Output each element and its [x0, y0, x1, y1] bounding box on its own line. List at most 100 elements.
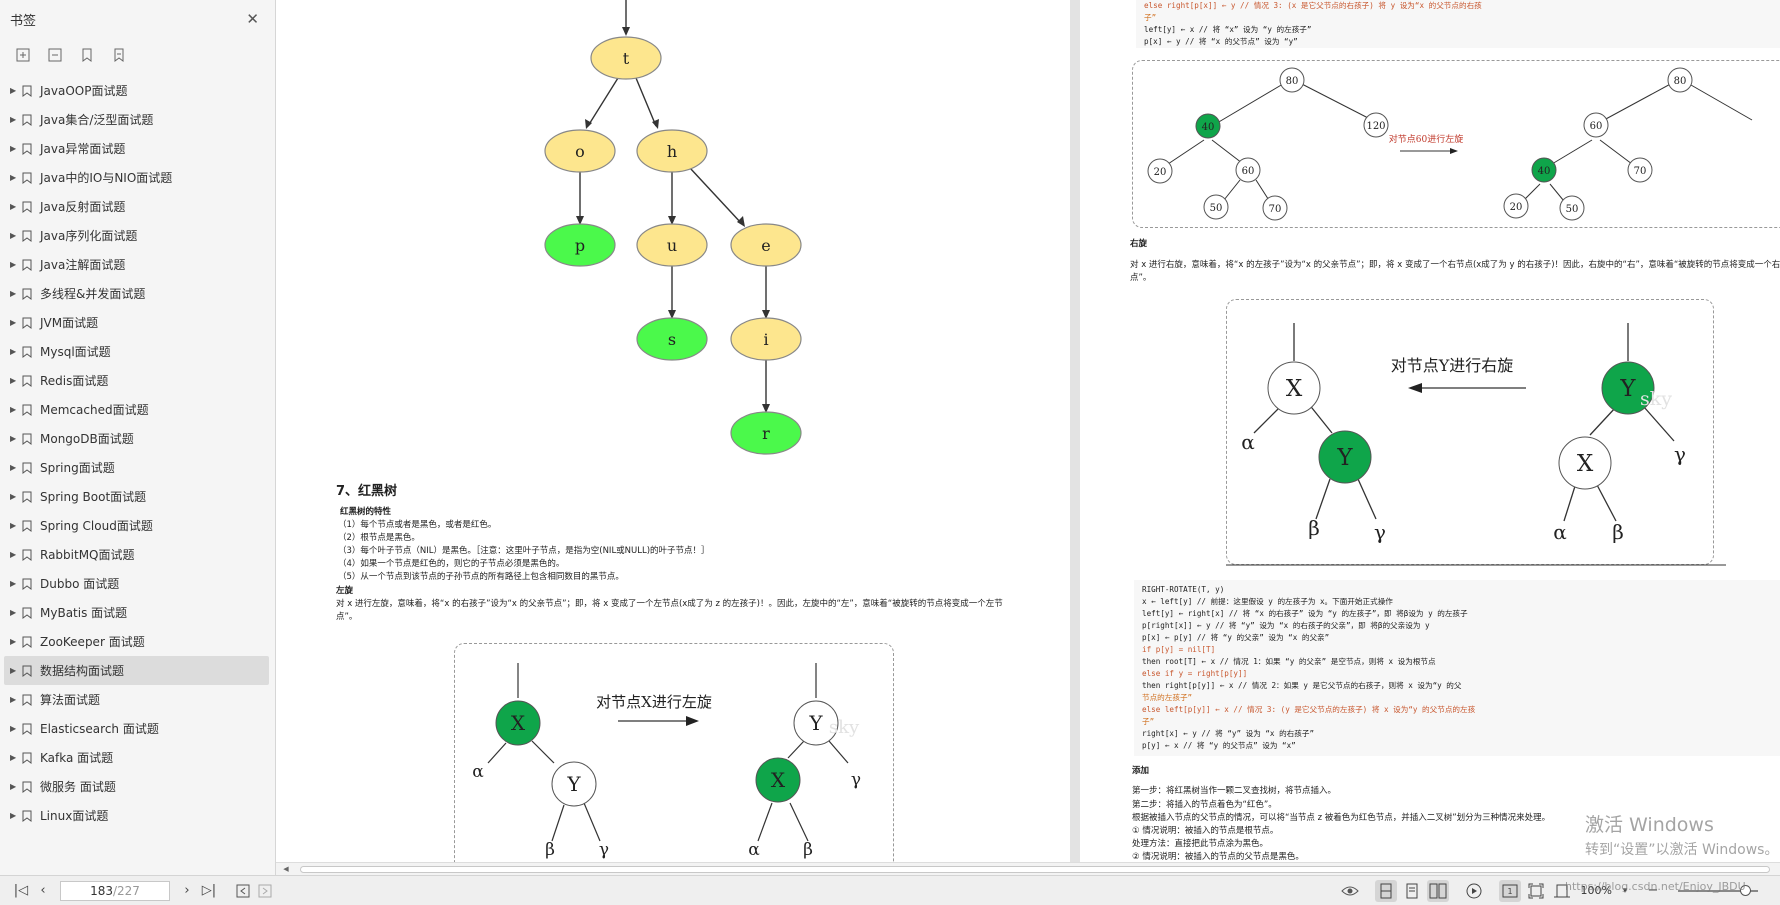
code-line: 子” [1144, 13, 1157, 22]
tree-label-h: h [667, 142, 677, 161]
bookmark-label: Memcached面试题 [40, 403, 149, 417]
continuous-page-icon[interactable] [1401, 880, 1423, 902]
expand-caret-icon[interactable]: ▶ [10, 173, 20, 182]
expand-caret-icon[interactable]: ▶ [10, 463, 20, 472]
play-icon[interactable] [1463, 880, 1485, 902]
forward-icon[interactable] [254, 880, 276, 902]
bookmark-item[interactable]: ▶ ZooKeeper 面试题 [0, 627, 275, 656]
expand-caret-icon[interactable]: ▶ [10, 724, 20, 733]
add-bookmark-icon[interactable] [78, 46, 96, 64]
bookmark-icon [20, 229, 34, 243]
expand-all-icon[interactable] [14, 46, 32, 64]
eye-icon[interactable] [1339, 880, 1361, 902]
bookmark-item[interactable]: ▶ JavaOOP面试题 [0, 76, 275, 105]
bookmark-item[interactable]: ▶ MongoDB面试题 [0, 424, 275, 453]
code-line: RIGHT-ROTATE(T, y) [1142, 585, 1225, 594]
next-page-icon[interactable]: › [176, 880, 198, 902]
expand-caret-icon[interactable]: ▶ [10, 579, 20, 588]
fit-page-icon[interactable] [1525, 880, 1547, 902]
expand-caret-icon[interactable]: ▶ [10, 492, 20, 501]
remove-bookmark-icon[interactable] [110, 46, 128, 64]
bookmark-item[interactable]: ▶ 数据结构面试题 [4, 656, 269, 685]
bookmark-item[interactable]: ▶ MyBatis 面试题 [0, 598, 275, 627]
left-rotate-title: 左旋 [336, 586, 354, 596]
tree-label-e: e [761, 236, 770, 255]
bookmark-item[interactable]: ▶ Elasticsearch 面试题 [0, 714, 275, 743]
label-beta: β [1308, 516, 1320, 540]
last-page-icon[interactable]: ▷| [198, 880, 220, 902]
page-number-input[interactable]: 183/227 [60, 880, 170, 901]
bookmark-item[interactable]: ▶ Spring面试题 [0, 453, 275, 482]
expand-caret-icon[interactable]: ▶ [10, 115, 20, 124]
expand-caret-icon[interactable]: ▶ [10, 608, 20, 617]
expand-caret-icon[interactable]: ▶ [10, 376, 20, 385]
first-page-icon[interactable]: |◁ [10, 880, 32, 902]
bookmark-label: MongoDB面试题 [40, 432, 134, 446]
expand-caret-icon[interactable]: ▶ [10, 782, 20, 791]
bookmark-icon [20, 316, 34, 330]
expand-caret-icon[interactable]: ▶ [10, 434, 20, 443]
label-gamma: γ [599, 840, 609, 860]
expand-caret-icon[interactable]: ▶ [10, 202, 20, 211]
scrollbar-thumb[interactable] [300, 866, 1770, 873]
bookmark-item[interactable]: ▶ Java反射面试题 [0, 192, 275, 221]
expand-caret-icon[interactable]: ▶ [10, 289, 20, 298]
bookmark-item[interactable]: ▶ Linux面试题 [0, 801, 275, 830]
bookmark-label: Spring Cloud面试题 [40, 519, 153, 533]
back-icon[interactable] [232, 880, 254, 902]
bookmark-item[interactable]: ▶ Java注解面试题 [0, 250, 275, 279]
bookmark-icon [20, 693, 34, 707]
expand-caret-icon[interactable]: ▶ [10, 260, 20, 269]
single-page-icon[interactable] [1374, 879, 1397, 902]
expand-caret-icon[interactable]: ▶ [10, 811, 20, 820]
bookmark-item[interactable]: ▶ Java中的IO与NIO面试题 [0, 163, 275, 192]
bookmark-item[interactable]: ▶ 多线程&并发面试题 [0, 279, 275, 308]
bookmark-item[interactable]: ▶ Redis面试题 [0, 366, 275, 395]
bookmark-item[interactable]: ▶ Spring Boot面试题 [0, 482, 275, 511]
close-icon[interactable]: ✕ [246, 10, 259, 28]
expand-caret-icon[interactable]: ▶ [10, 405, 20, 414]
bookmark-item[interactable]: ▶ Memcached面试题 [0, 395, 275, 424]
expand-caret-icon[interactable]: ▶ [10, 318, 20, 327]
collapse-all-icon[interactable] [46, 46, 64, 64]
expand-caret-icon[interactable]: ▶ [10, 144, 20, 153]
node-x: X [511, 711, 526, 735]
tree-node-label: 50 [1210, 203, 1223, 214]
bookmark-item[interactable]: ▶ Dubbo 面试题 [0, 569, 275, 598]
expand-caret-icon[interactable]: ▶ [10, 231, 20, 240]
expand-caret-icon[interactable]: ▶ [10, 753, 20, 762]
bookmark-item[interactable]: ▶ Java集合/泛型面试题 [0, 105, 275, 134]
expand-caret-icon[interactable]: ▶ [10, 86, 20, 95]
bookmark-item[interactable]: ▶ Kafka 面试题 [0, 743, 275, 772]
bookmark-item[interactable]: ▶ 微服务 面试题 [0, 772, 275, 801]
bookmark-item[interactable]: ▶ Java序列化面试题 [0, 221, 275, 250]
expand-caret-icon[interactable]: ▶ [10, 637, 20, 646]
bookmark-label: Linux面试题 [40, 809, 109, 823]
total-pages: /227 [112, 883, 140, 898]
expand-caret-icon[interactable]: ▶ [10, 666, 20, 675]
tree-label-o: o [575, 142, 585, 161]
prev-page-icon[interactable]: ‹ [32, 880, 54, 902]
two-page-icon[interactable] [1426, 879, 1449, 902]
bookmark-item[interactable]: ▶ Mysql面试题 [0, 337, 275, 366]
expand-caret-icon[interactable]: ▶ [10, 347, 20, 356]
actual-size-icon[interactable]: 1 [1498, 879, 1521, 902]
bookmark-item[interactable]: ▶ 算法面试题 [0, 685, 275, 714]
bookmark-item[interactable]: ▶ RabbitMQ面试题 [0, 540, 275, 569]
scroll-left-icon[interactable]: ◀ [280, 863, 292, 875]
document-viewport[interactable]: t o h p u e s i r 7、红黑树 红黑树的特性 （1）每个节点或者… [276, 0, 1780, 862]
bookmark-icon [20, 577, 34, 591]
bookmark-item[interactable]: ▶ Spring Cloud面试题 [0, 511, 275, 540]
expand-caret-icon[interactable]: ▶ [10, 695, 20, 704]
bookmark-item[interactable]: ▶ JVM面试题 [0, 308, 275, 337]
expand-caret-icon[interactable]: ▶ [10, 550, 20, 559]
label-beta: β [803, 840, 813, 860]
bookmark-icon [20, 809, 34, 823]
bookmark-item[interactable]: ▶ Java异常面试题 [0, 134, 275, 163]
node-x: X [771, 768, 786, 792]
rb-rule: （3）每个叶子节点（NIL）是黑色。［注意：这里叶子节点，是指为空(NIL或NU… [338, 546, 710, 556]
expand-caret-icon[interactable]: ▶ [10, 521, 20, 530]
bookmark-label: Java集合/泛型面试题 [40, 113, 154, 127]
section-heading: 7、红黑树 [336, 484, 398, 499]
horizontal-scrollbar[interactable]: ◀ [276, 862, 1780, 875]
